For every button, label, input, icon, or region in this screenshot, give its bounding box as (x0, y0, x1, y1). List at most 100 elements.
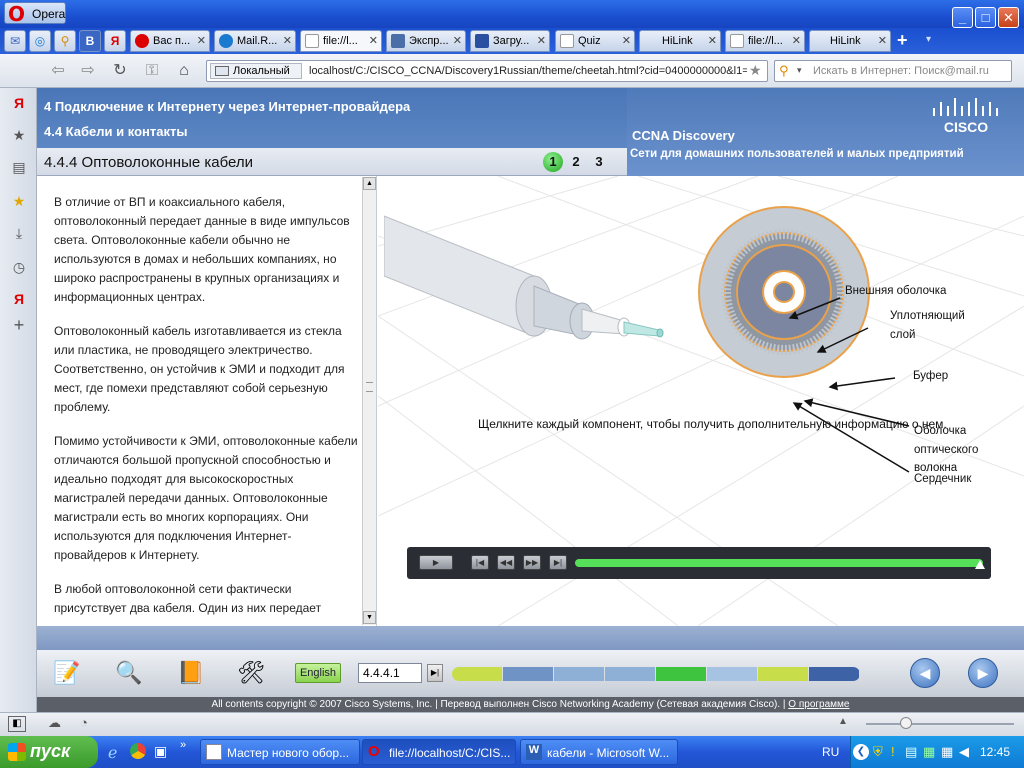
task-opera[interactable]: O file://localhost/C:/CIS... (362, 739, 516, 765)
maximize-button[interactable]: □ (975, 7, 996, 28)
close-tab-icon[interactable]: ✕ (369, 34, 378, 47)
glossary-book-icon[interactable]: 📙 (169, 654, 213, 692)
page-2-button[interactable]: 2 (566, 152, 586, 172)
tab-6[interactable]: Quiz ✕ (555, 30, 635, 52)
input-language-indicator[interactable]: RU (822, 745, 839, 759)
zoom-up-icon[interactable]: ▲ (838, 716, 848, 727)
home-icon[interactable]: ⌂ (174, 62, 194, 80)
course-progress-map[interactable] (452, 667, 860, 681)
start-button[interactable]: пуск (0, 736, 98, 768)
favorites-star-icon[interactable]: ★ (10, 192, 28, 210)
core-label[interactable]: Сердечник (914, 473, 971, 485)
close-tab-icon[interactable]: ✕ (453, 34, 462, 47)
text-scrollbar[interactable]: ▲ ▼ (362, 177, 376, 625)
close-tab-icon[interactable]: ✕ (537, 34, 546, 47)
tab-8[interactable]: file://l... ✕ (725, 30, 805, 52)
page-number-input[interactable]: 4.4.4.1 (358, 663, 422, 683)
notification-icon[interactable]: ! (891, 744, 895, 759)
media-player-icon[interactable]: ▣ (154, 743, 167, 760)
back-arrow-icon[interactable]: ⇦ (48, 62, 68, 80)
yandex-tab-icon[interactable]: Я (104, 30, 126, 52)
search-tab-icon[interactable]: ⚲ (54, 30, 76, 52)
tab-7[interactable]: HiLink ✕ (639, 30, 721, 52)
close-tab-icon[interactable]: ✕ (708, 34, 717, 47)
strength-member-label-line2[interactable]: слой (890, 329, 915, 341)
network-icon-2[interactable]: ▦ (941, 744, 953, 760)
rewind-button[interactable]: ◀◀ (497, 555, 515, 570)
minimize-button[interactable]: _ (952, 7, 973, 28)
close-tab-icon[interactable]: ✕ (622, 34, 631, 47)
opera-unite-tab-icon[interactable]: ◎ (29, 30, 51, 52)
new-tab-icon[interactable]: + (897, 30, 908, 51)
close-tab-icon[interactable]: ✕ (283, 34, 292, 47)
notes-icon[interactable]: 📝 (45, 654, 89, 692)
add-panel-icon[interactable]: + (10, 316, 28, 334)
page-3-button[interactable]: 3 (589, 152, 609, 172)
close-tab-icon[interactable]: ✕ (792, 34, 801, 47)
cladding-label-line2[interactable]: оптического (914, 444, 978, 456)
tab-1[interactable]: Вас п... ✕ (130, 30, 210, 52)
zoom-slider[interactable] (866, 723, 1014, 725)
volume-icon[interactable]: ◀ (959, 744, 969, 760)
first-frame-button[interactable]: |◀ (471, 555, 489, 570)
tray-app-icon[interactable]: ▤ (905, 744, 917, 760)
tab-2[interactable]: Mail.R... ✕ (214, 30, 296, 52)
quick-launch-more-icon[interactable]: » (180, 739, 186, 751)
about-link[interactable]: О программе (788, 699, 849, 710)
panel-toggle-icon[interactable]: ◧ (8, 716, 26, 732)
search-icon[interactable]: 🔍 (107, 654, 151, 692)
security-shield-icon[interactable]: ⛨ (873, 744, 883, 760)
wand-key-icon[interactable]: ⚿ (142, 62, 162, 80)
tab-3[interactable]: file://l... ✕ (300, 30, 382, 52)
player-progress-bar[interactable] (575, 559, 983, 567)
scroll-grip[interactable] (366, 382, 373, 392)
language-button[interactable]: English (295, 663, 341, 683)
downloads-icon[interactable]: ⤓ (10, 224, 28, 242)
last-frame-button[interactable]: ▶| (549, 555, 567, 570)
tools-icon[interactable]: 🛠 (229, 654, 273, 692)
bookmarks-star-icon[interactable]: ★ (10, 126, 28, 144)
scroll-up-icon[interactable]: ▲ (363, 177, 376, 190)
task-hardware-wizard[interactable]: Мастер нового обор... (200, 739, 360, 765)
close-tab-icon[interactable]: ✕ (197, 34, 206, 47)
progress-map-segment[interactable] (809, 667, 859, 681)
forward-arrow-icon[interactable]: ⇨ (78, 62, 98, 80)
progress-handle[interactable] (975, 560, 985, 569)
tab-9[interactable]: HiLink ✕ (809, 30, 891, 52)
unite-cloud-icon[interactable]: ☁ (48, 715, 61, 731)
bookmark-star-icon[interactable]: ★ (749, 62, 762, 79)
go-to-page-button[interactable]: ▶| (427, 664, 443, 682)
chrome-icon[interactable] (130, 743, 146, 759)
outer-jacket-label[interactable]: Внешняя оболочка (845, 285, 946, 297)
play-button[interactable]: ▶ (419, 555, 453, 570)
notes-icon[interactable]: ▤ (10, 158, 28, 176)
progress-map-segment[interactable] (503, 667, 553, 681)
close-tab-icon[interactable]: ✕ (878, 34, 887, 47)
reload-icon[interactable]: ↻ (110, 62, 130, 80)
turbo-gauge-icon[interactable]: ◔ (80, 715, 88, 730)
search-engine-icon[interactable]: ⚲ (779, 63, 789, 79)
network-icon[interactable]: ▦ (923, 744, 935, 760)
previous-page-button[interactable]: ◀ (910, 658, 940, 688)
progress-map-segment[interactable] (707, 667, 757, 681)
search-field[interactable]: ⚲ ▾ Искать в Интернет: Поиск@mail.ru (774, 60, 1012, 82)
next-page-button[interactable]: ▶ (968, 658, 998, 688)
progress-map-segment[interactable] (758, 667, 808, 681)
address-bar[interactable]: Локальный localhost/C:/CISCO_CCNA/Discov… (206, 60, 768, 82)
ie-icon[interactable]: ℯ (108, 743, 117, 763)
scroll-down-icon[interactable]: ▼ (363, 611, 376, 624)
progress-map-segment[interactable] (554, 667, 604, 681)
security-zone-badge[interactable]: Локальный (210, 63, 302, 79)
url-text[interactable]: localhost/C:/CISCO_CCNA/Discovery1Russia… (309, 65, 747, 77)
close-window-button[interactable]: ✕ (998, 7, 1019, 28)
zoom-slider-handle[interactable] (900, 717, 912, 729)
task-word[interactable]: W кабели - Microsoft W... (520, 739, 678, 765)
yandex-panel-icon-2[interactable]: Я (10, 290, 28, 308)
show-hidden-icons-chevron-icon[interactable]: ❮ (853, 744, 869, 760)
page-1-button[interactable]: 1 (543, 152, 563, 172)
fast-forward-button[interactable]: ▶▶ (523, 555, 541, 570)
mail-tab-icon[interactable]: ✉ (4, 30, 26, 52)
buffer-label[interactable]: Буфер (913, 370, 948, 382)
yandex-panel-icon[interactable]: Я (10, 94, 28, 112)
tab-4[interactable]: Экспр... ✕ (386, 30, 466, 52)
